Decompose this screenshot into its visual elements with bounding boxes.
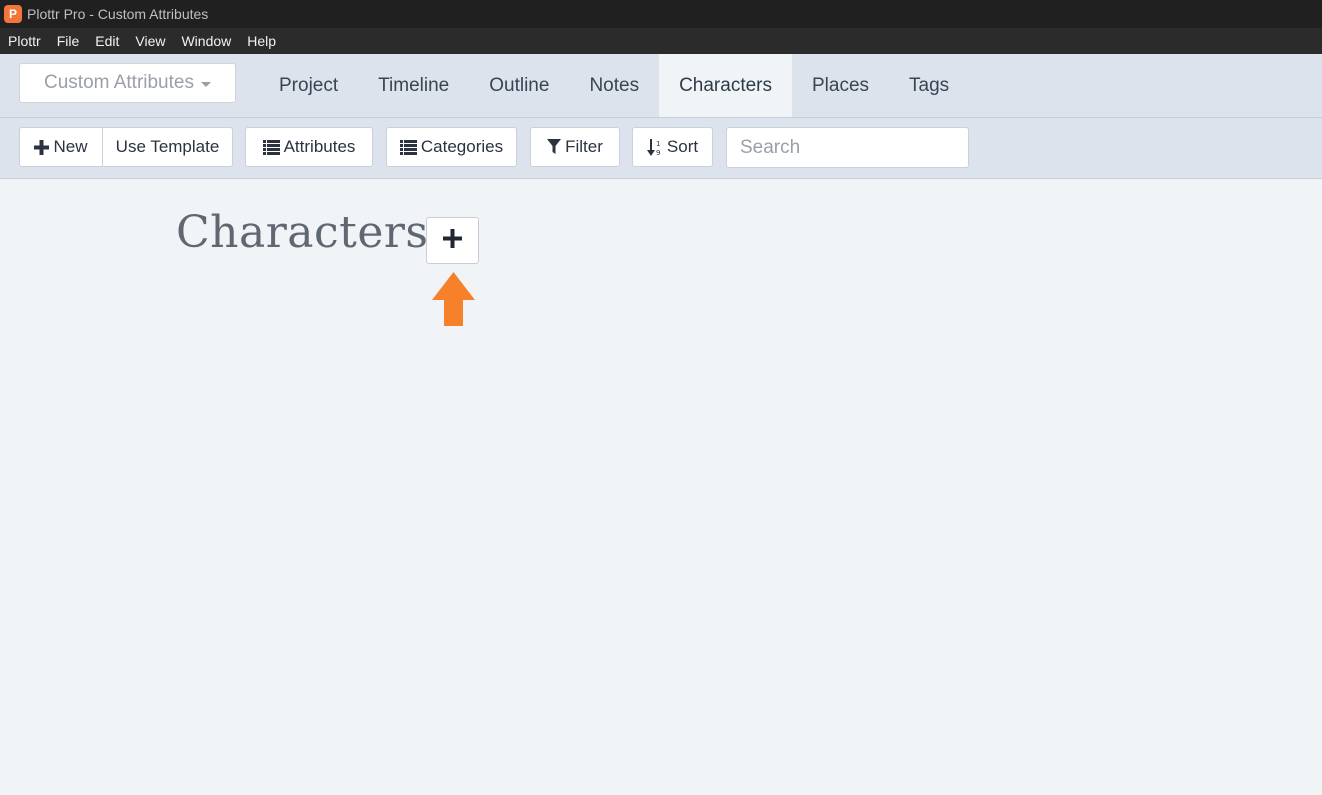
tab-project[interactable]: Project xyxy=(259,54,358,117)
svg-text:9: 9 xyxy=(656,149,660,156)
menu-edit[interactable]: Edit xyxy=(87,28,127,54)
caret-down-icon xyxy=(200,82,211,87)
new-character-button[interactable]: New xyxy=(19,127,103,167)
search-input[interactable] xyxy=(726,127,969,168)
categories-button-label: Categories xyxy=(420,137,504,156)
menu-help[interactable]: Help xyxy=(239,28,284,54)
tab-outline[interactable]: Outline xyxy=(469,54,569,117)
menu-window[interactable]: Window xyxy=(173,28,239,54)
plottr-logo-icon: P xyxy=(4,5,22,23)
list-icon xyxy=(399,139,417,155)
tab-notes[interactable]: Notes xyxy=(569,54,659,117)
sort-button[interactable]: 1 9 Sort xyxy=(632,127,713,167)
new-button-label: New xyxy=(53,137,88,156)
plus-icon xyxy=(34,139,50,155)
orange-arrow-up-icon xyxy=(432,272,475,332)
list-icon xyxy=(262,139,280,155)
top-navbar: Custom Attributes Project Timeline Outli… xyxy=(0,54,1322,118)
categories-button[interactable]: Categories xyxy=(386,127,517,167)
use-template-label: Use Template xyxy=(115,137,220,156)
svg-text:1: 1 xyxy=(656,140,660,148)
tab-places[interactable]: Places xyxy=(792,54,889,117)
tab-timeline[interactable]: Timeline xyxy=(358,54,469,117)
page-title: Characters xyxy=(176,207,429,258)
attributes-button[interactable]: Attributes xyxy=(245,127,373,167)
project-dropdown[interactable]: Custom Attributes xyxy=(19,63,236,103)
menu-plottr[interactable]: Plottr xyxy=(0,28,49,54)
characters-toolbar: New Use Template Attributes Categories F… xyxy=(0,118,1322,179)
attributes-button-label: Attributes xyxy=(283,137,356,156)
add-character-button[interactable] xyxy=(426,217,479,264)
tab-tags[interactable]: Tags xyxy=(889,54,969,117)
nav-tabs: Project Timeline Outline Notes Character… xyxy=(259,54,969,117)
sort-icon: 1 9 xyxy=(646,138,663,156)
tab-characters[interactable]: Characters xyxy=(659,54,792,117)
filter-button-label: Filter xyxy=(565,137,603,156)
menu-bar: Plottr File Edit View Window Help xyxy=(0,28,1322,54)
filter-button[interactable]: Filter xyxy=(530,127,620,167)
menu-file[interactable]: File xyxy=(49,28,88,54)
filter-icon xyxy=(547,139,562,155)
menu-view[interactable]: View xyxy=(127,28,173,54)
project-dropdown-label: Custom Attributes xyxy=(44,72,194,93)
use-template-button[interactable]: Use Template xyxy=(103,127,233,167)
window-title: Plottr Pro - Custom Attributes xyxy=(27,6,209,22)
plus-icon xyxy=(443,228,462,253)
title-bar: P Plottr Pro - Custom Attributes xyxy=(0,0,1322,28)
sort-button-label: Sort xyxy=(666,137,699,156)
